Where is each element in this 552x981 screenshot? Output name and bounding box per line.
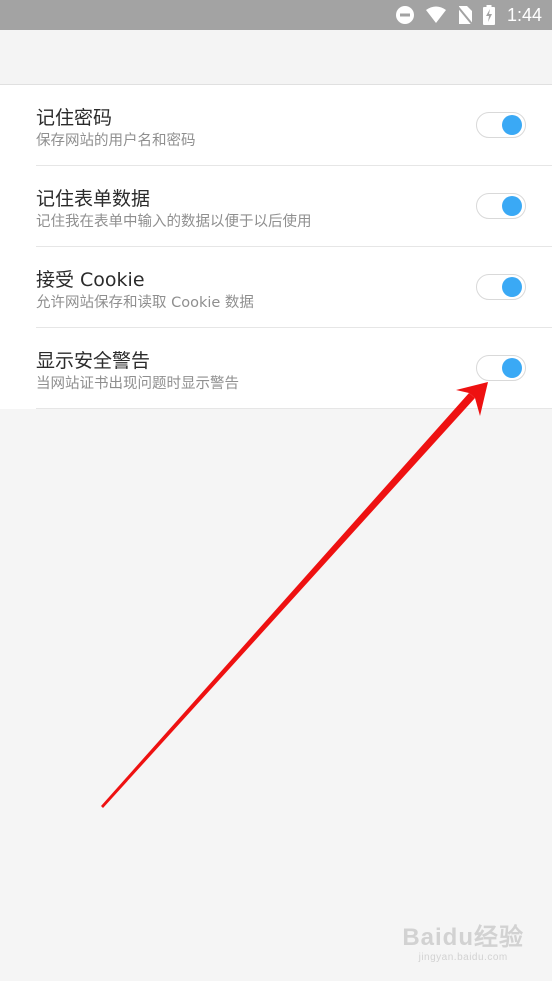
setting-show-security-warnings[interactable]: 显示安全警告 当网站证书出现问题时显示警告	[0, 328, 552, 409]
setting-remember-passwords[interactable]: 记住密码 保存网站的用户名和密码	[0, 85, 552, 166]
battery-charging-icon	[482, 5, 495, 25]
setting-title: 记住表单数据	[36, 188, 151, 210]
divider	[36, 408, 552, 409]
no-sim-icon	[457, 5, 473, 25]
status-time: 1:44	[506, 4, 542, 25]
toggle-remember-form-data[interactable]	[476, 193, 526, 219]
do-not-disturb-icon	[395, 5, 415, 25]
watermark-brand: Baidu经验	[402, 924, 524, 951]
settings-list: 记住密码 保存网站的用户名和密码 记住表单数据 记住我在表单中输入的数据以便于以…	[0, 85, 552, 409]
setting-title: 接受 Cookie	[36, 269, 145, 291]
status-bar: 1:44	[0, 0, 552, 30]
setting-accept-cookies[interactable]: 接受 Cookie 允许网站保存和读取 Cookie 数据	[0, 247, 552, 328]
toggle-knob	[502, 196, 522, 216]
setting-subtitle: 保存网站的用户名和密码	[36, 133, 196, 149]
setting-subtitle: 记住我在表单中输入的数据以便于以后使用	[36, 214, 312, 230]
setting-subtitle: 允许网站保存和读取 Cookie 数据	[36, 295, 254, 311]
header-bar	[0, 30, 552, 85]
setting-remember-form-data[interactable]: 记住表单数据 记住我在表单中输入的数据以便于以后使用	[0, 166, 552, 247]
toggle-knob	[502, 358, 522, 378]
setting-title: 记住密码	[36, 107, 113, 129]
toggle-knob	[502, 277, 522, 297]
watermark-url: jingyan.baidu.com	[418, 952, 508, 963]
toggle-knob	[502, 115, 522, 135]
toggle-show-security-warnings[interactable]	[476, 355, 526, 381]
toggle-accept-cookies[interactable]	[476, 274, 526, 300]
setting-subtitle: 当网站证书出现问题时显示警告	[36, 376, 239, 392]
toggle-remember-passwords[interactable]	[476, 112, 526, 138]
setting-title: 显示安全警告	[36, 350, 151, 372]
wifi-icon	[425, 6, 447, 24]
arrow-shaft	[101, 393, 475, 808]
baidu-watermark-logo: Baidu经验 jingyan.baidu.com	[402, 917, 524, 963]
